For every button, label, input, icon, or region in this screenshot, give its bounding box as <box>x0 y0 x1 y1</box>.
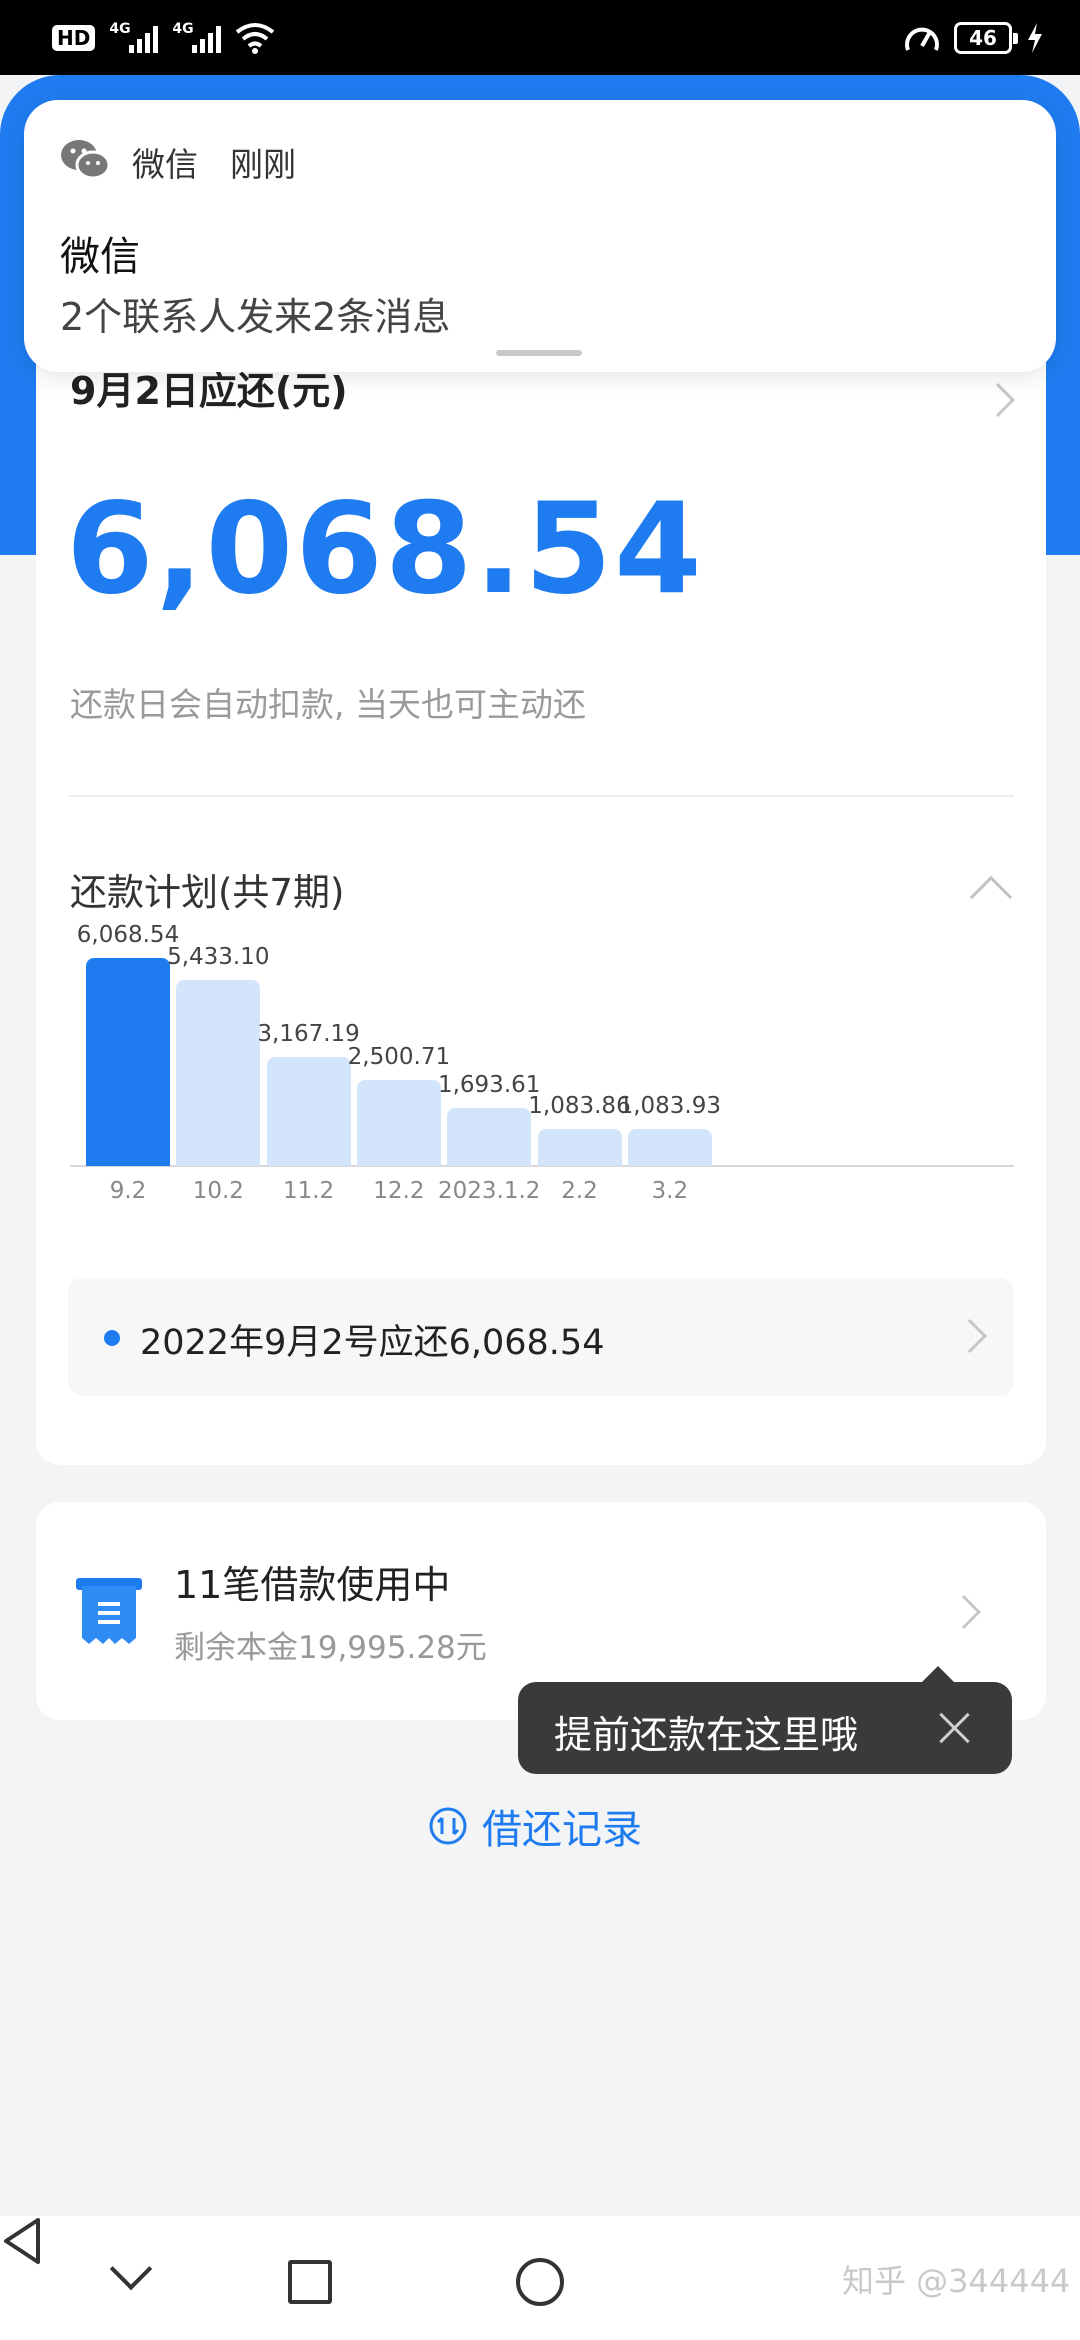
loan-subtitle: 剩余本金19,995.28元 <box>174 1630 487 1666</box>
bullet-dot <box>104 1330 120 1346</box>
repayment-chart: 6,068.54 9.2 5,433.10 10.2 3,167.19 11.2 2,500… <box>36 922 1046 1250</box>
chart-value-label: 2,500.71 <box>347 1044 451 1070</box>
chart-value-label: 5,433.10 <box>167 944 270 970</box>
charging-icon <box>1028 23 1042 53</box>
chart-bar[interactable] <box>627 1129 712 1166</box>
notification-time: 刚刚 <box>230 145 296 184</box>
notification-body: 2个联系人发来2条消息 <box>60 295 451 339</box>
records-label: 借还记录 <box>482 1807 642 1853</box>
chart-category-label: 3.2 <box>651 1178 689 1204</box>
back-icon[interactable] <box>0 2216 42 2266</box>
battery-indicator: 46 <box>954 22 1018 54</box>
plan-row-text: 2022年9月2号应还6,068.54 <box>140 1323 605 1363</box>
loan-title: 11笔借款使用中 <box>174 1563 451 1607</box>
tooltip-text: 提前还款在这里哦 <box>554 1713 859 1757</box>
hd-badge: HD <box>52 25 96 51</box>
chart-bar[interactable] <box>86 958 170 1166</box>
plan-row[interactable]: 2022年9月2号应还6,068.54 <box>68 1278 1014 1396</box>
chevron-right-icon[interactable] <box>981 383 1015 417</box>
chevron-right-icon <box>947 1595 981 1629</box>
signal-icon-2: 4G <box>172 21 222 53</box>
prepay-tooltip: 提前还款在这里哦 <box>518 1666 1012 1774</box>
chevron-down-icon[interactable] <box>109 2247 153 2291</box>
notification-title: 微信 <box>60 234 140 280</box>
watermark: 知乎 @344444 <box>842 2262 1071 2300</box>
divider <box>68 795 1014 797</box>
chevron-right-icon <box>953 1319 987 1353</box>
notification-app: 微信 <box>132 145 198 184</box>
signal-icon: 4G <box>109 21 159 53</box>
recents-icon[interactable] <box>288 2260 332 2304</box>
repayment-card: 9月2日应还(元) 6,068.54 还款日会自动扣款, 当天也可主动还 还款计… <box>36 250 1046 1465</box>
wechat-icon <box>61 140 110 180</box>
drag-handle[interactable] <box>496 350 582 356</box>
speed-icon <box>905 27 939 51</box>
chevron-up-icon[interactable] <box>969 875 1013 919</box>
home-icon[interactable] <box>516 2258 564 2306</box>
close-icon[interactable] <box>934 1708 974 1748</box>
receipt-icon <box>76 1578 142 1644</box>
status-bar: HD 4G 4G 46 <box>0 0 1080 75</box>
chart-value-label: 1,083.93 <box>618 1093 721 1119</box>
records-link[interactable]: 借还记录 <box>428 1797 642 1855</box>
records-icon <box>429 1807 467 1845</box>
chart-bar[interactable] <box>537 1129 622 1166</box>
wifi-icon <box>236 23 275 54</box>
plan-title: 还款计划(共7期) <box>70 871 345 914</box>
due-note: 还款日会自动扣款, 当天也可主动还 <box>70 685 586 724</box>
chart-bar[interactable] <box>266 1057 351 1166</box>
due-amount: 6,068.54 <box>66 475 704 622</box>
chart-bar[interactable] <box>176 980 261 1166</box>
wechat-notification[interactable]: 微信 刚刚 微信 2个联系人发来2条消息 <box>24 100 1056 372</box>
